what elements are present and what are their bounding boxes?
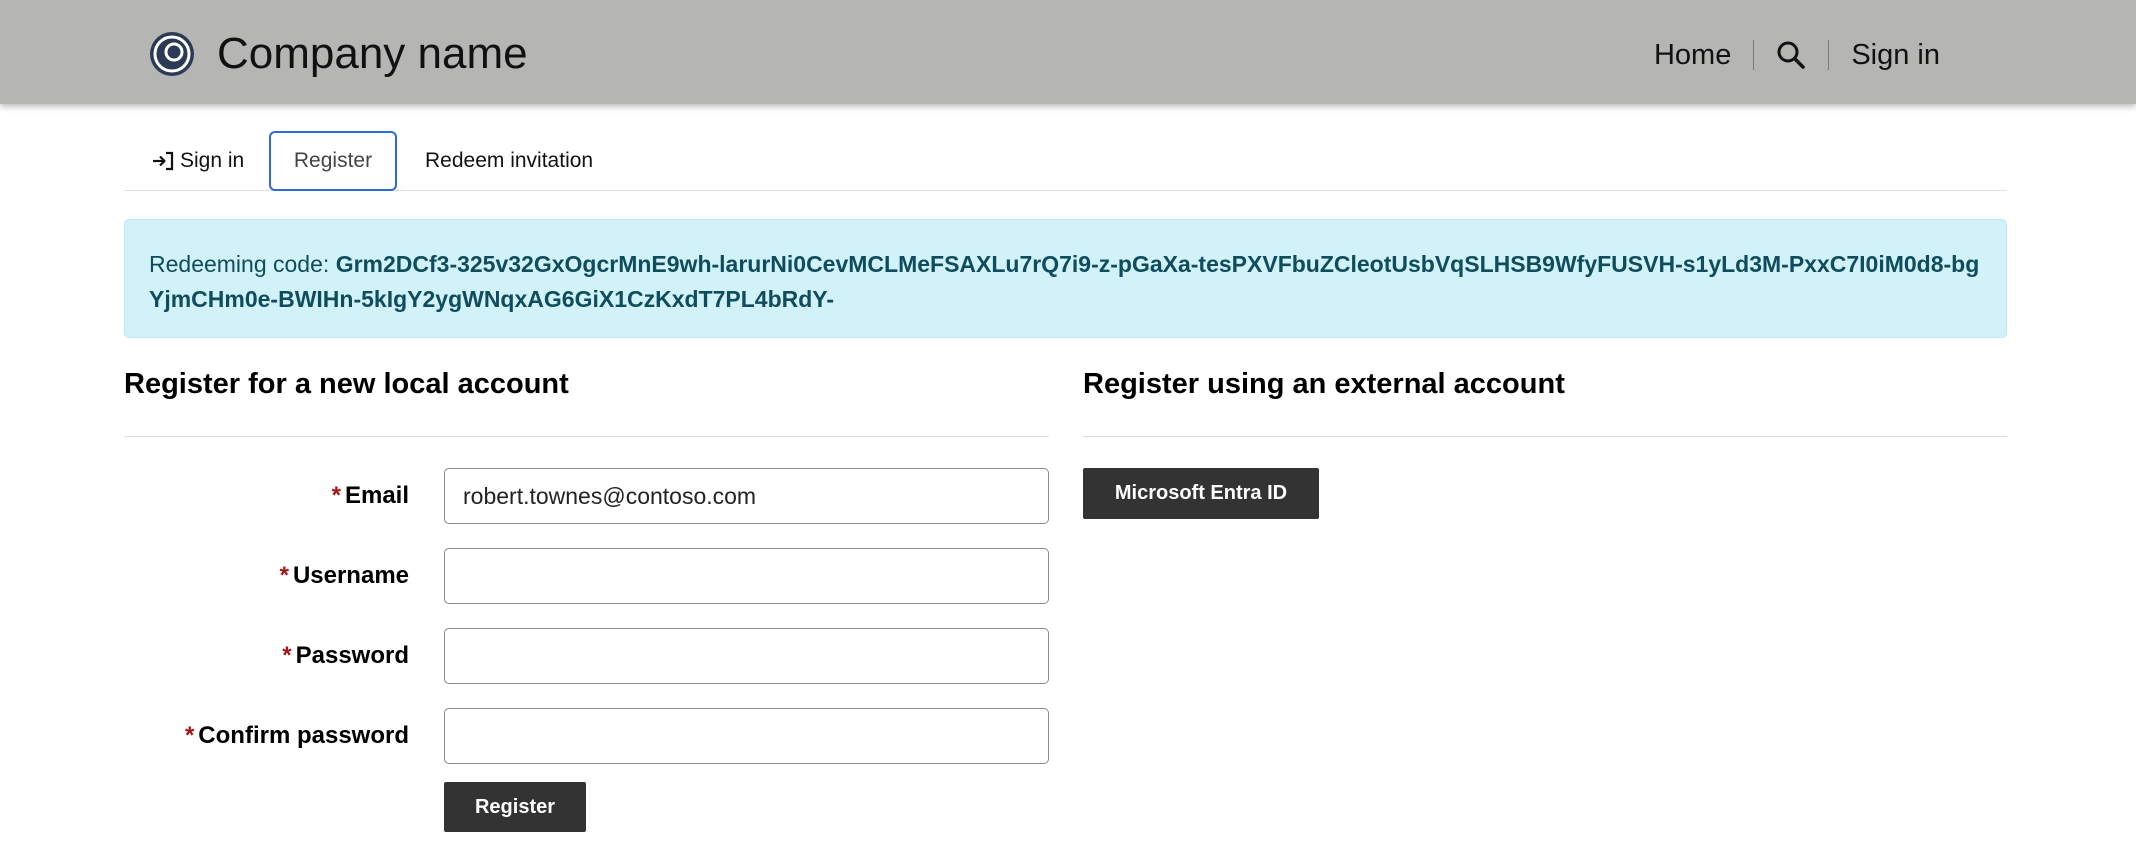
email-row: * Email (124, 468, 1049, 524)
required-marker: * (279, 562, 289, 589)
account-tabs: Sign in Register Redeem invitation (124, 131, 2007, 191)
local-account-section: Register for a new local account * Email … (124, 360, 1049, 832)
username-row: * Username (124, 548, 1049, 604)
sign-in-icon (153, 151, 174, 171)
search-icon (1777, 41, 1806, 69)
invitation-code: Grm2DCf3-325v32GxOgcrMnE9wh-larurNi0CevM… (149, 251, 1980, 312)
password-row: * Password (124, 628, 1049, 684)
username-label: * Username (279, 562, 409, 589)
tab-register[interactable]: Register (269, 131, 397, 191)
nav-sign-in-link[interactable]: Sign in (1851, 33, 1940, 77)
top-nav: Home Sign in (1654, 33, 1940, 77)
required-marker: * (282, 642, 292, 669)
microsoft-entra-id-button[interactable]: Microsoft Entra ID (1083, 468, 1319, 519)
required-marker: * (184, 722, 195, 749)
confirm-password-label: * Confirm password (184, 722, 409, 749)
confirm-password-row: * Confirm password (124, 708, 1049, 764)
local-account-title: Register for a new local account (124, 368, 569, 400)
tab-redeem-label: Redeem invitation (425, 149, 594, 172)
tab-redeem-invitation[interactable]: Redeem invitation (425, 131, 593, 191)
company-logo-icon (150, 32, 194, 76)
password-field[interactable] (444, 628, 1049, 684)
site-header: Company name Home Sign in (0, 0, 2136, 104)
tab-register-label: Register (293, 149, 373, 172)
confirm-password-field[interactable] (444, 708, 1049, 764)
username-field[interactable] (444, 548, 1049, 604)
search-button[interactable] (1776, 40, 1806, 70)
register-button[interactable]: Register (444, 782, 586, 832)
nav-divider (1753, 40, 1755, 70)
brand[interactable]: Company name (148, 30, 528, 78)
tab-sign-in[interactable]: Sign in (152, 131, 244, 191)
alert-label: Redeeming code: (149, 251, 336, 277)
email-field[interactable] (444, 468, 1049, 524)
section-divider (1083, 436, 2007, 437)
redeeming-code-alert: Redeeming code: Grm2DCf3-325v32GxOgcrMnE… (124, 219, 2007, 338)
email-label: * Email (331, 482, 409, 509)
tab-sign-in-label: Sign in (180, 149, 245, 172)
required-marker: * (331, 482, 341, 509)
nav-divider (1828, 40, 1830, 70)
password-label: * Password (282, 642, 409, 669)
section-divider (124, 436, 1049, 437)
brand-name: Company name (217, 29, 528, 78)
external-account-section: Register using an external account Micro… (1083, 360, 2007, 519)
nav-home-link[interactable]: Home (1654, 33, 1731, 77)
external-account-title: Register using an external account (1083, 368, 1565, 400)
